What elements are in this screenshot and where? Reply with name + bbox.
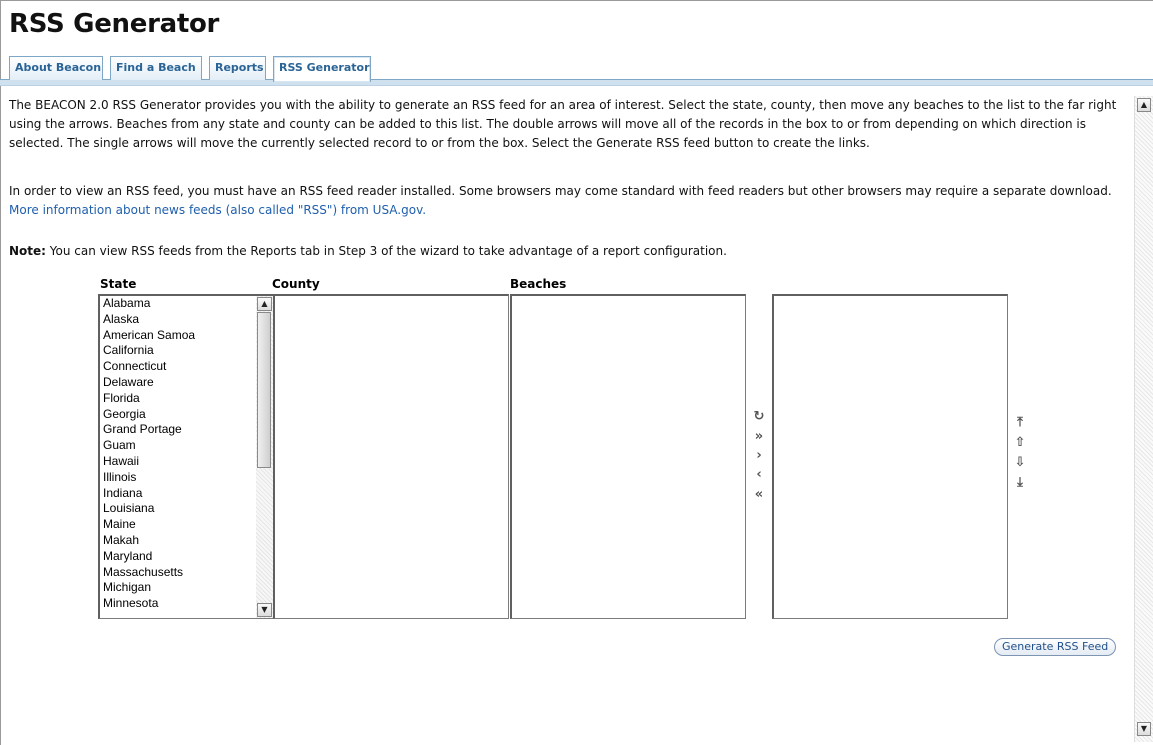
rss-info-link[interactable]: More information about news feeds (also … (9, 203, 426, 217)
intro-paragraph: The BEACON 2.0 RSS Generator provides yo… (9, 98, 1117, 150)
state-option[interactable]: Minnesota (100, 596, 273, 612)
move-down-icon[interactable]: ⇩ (1012, 455, 1028, 471)
state-option[interactable]: Maine (100, 517, 273, 533)
selected-beaches-listbox[interactable] (772, 294, 1008, 619)
page-scrollbar[interactable]: ▲ ▼ (1134, 96, 1153, 742)
page-title: RSS Generator (9, 9, 220, 39)
note-text: You can view RSS feeds from the Reports … (49, 244, 727, 258)
state-listbox[interactable]: Alabama Alaska American Samoa California Con… (98, 294, 274, 619)
state-option[interactable]: Illinois (100, 470, 273, 486)
move-to-top-icon[interactable]: ⤒ (1012, 415, 1028, 431)
double-chevron-left-icon[interactable]: « (751, 487, 767, 503)
state-option[interactable]: Alaska (100, 312, 273, 328)
state-scroll-up-icon[interactable]: ▲ (257, 297, 272, 311)
note-paragraph: Note: You can view RSS feeds from the Re… (9, 242, 1127, 261)
state-option[interactable]: Maryland (100, 549, 273, 565)
feed-reader-text: In order to view an RSS feed, you must h… (9, 184, 1112, 198)
state-option[interactable]: Florida (100, 391, 273, 407)
state-option[interactable]: Guam (100, 438, 273, 454)
state-list-scrollbar[interactable]: ▲ ▼ (256, 296, 273, 618)
tab-find-a-beach[interactable]: Find a Beach (110, 56, 202, 80)
state-option[interactable]: Delaware (100, 375, 273, 391)
state-label: State (100, 277, 137, 291)
chevron-left-icon[interactable]: ‹ (751, 467, 767, 483)
state-options: Alabama Alaska American Samoa California Con… (100, 296, 273, 612)
state-option[interactable]: Massachusetts (100, 565, 273, 581)
state-option[interactable]: Grand Portage (100, 422, 273, 438)
state-scroll-down-icon[interactable]: ▼ (257, 603, 272, 617)
generate-rss-feed-button[interactable]: Generate RSS Feed (994, 638, 1117, 656)
feed-reader-paragraph: In order to view an RSS feed, you must h… (9, 182, 1127, 220)
state-option[interactable]: Alabama (100, 296, 273, 312)
tab-about-beacon[interactable]: About Beacon (9, 56, 103, 80)
state-option[interactable]: Hawaii (100, 454, 273, 470)
state-option[interactable]: Michigan (100, 580, 273, 596)
chevron-right-icon[interactable]: › (751, 448, 767, 464)
state-option[interactable]: Georgia (100, 407, 273, 423)
refresh-icon[interactable]: ↻ (751, 409, 767, 425)
note-label: Note: (9, 244, 46, 258)
move-up-icon[interactable]: ⇧ (1012, 435, 1028, 451)
beaches-label: Beaches (510, 277, 567, 291)
state-scroll-thumb[interactable] (257, 312, 271, 468)
tab-reports[interactable]: Reports (209, 56, 266, 80)
scroll-down-icon[interactable]: ▼ (1137, 722, 1151, 736)
beaches-listbox[interactable] (510, 294, 746, 619)
move-to-bottom-icon[interactable]: ⤓ (1012, 475, 1028, 491)
scroll-up-icon[interactable]: ▲ (1137, 98, 1151, 112)
county-listbox[interactable] (273, 294, 509, 619)
state-option[interactable]: Connecticut (100, 359, 273, 375)
state-option[interactable]: Indiana (100, 486, 273, 502)
tab-rss-generator[interactable]: RSS Generator (273, 56, 371, 82)
state-option[interactable]: California (100, 343, 273, 359)
state-option[interactable]: American Samoa (100, 328, 273, 344)
county-label: County (272, 277, 320, 291)
tab-strip (0, 79, 1153, 86)
double-chevron-right-icon[interactable]: » (751, 429, 767, 445)
state-option[interactable]: Makah (100, 533, 273, 549)
state-option[interactable]: Louisiana (100, 501, 273, 517)
